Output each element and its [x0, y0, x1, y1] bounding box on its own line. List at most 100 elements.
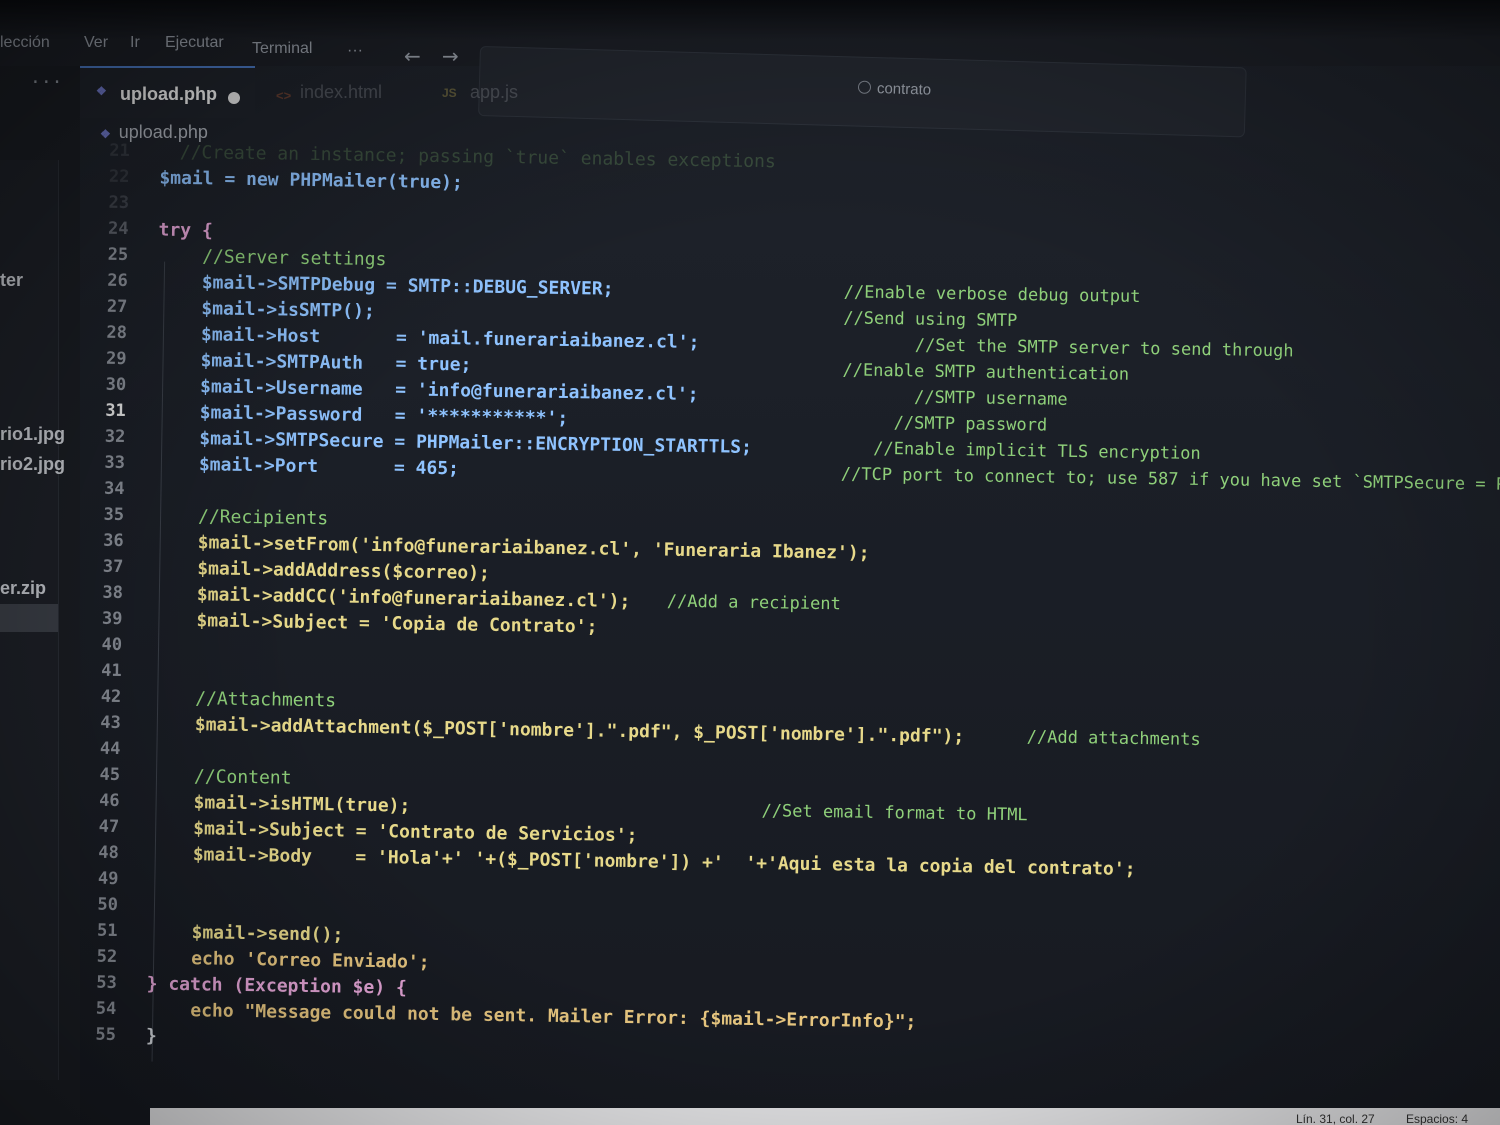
code-line[interactable]: $mail->Host = 'mail.funerariaibanez.cl'; [201, 324, 700, 353]
breadcrumb-file: upload.php [118, 122, 208, 142]
code-line[interactable]: $mail->addAttachment($_POST['nombre'].".… [195, 714, 965, 747]
code-comment: //Add attachments [1026, 727, 1201, 750]
code-comment: //SMTP username [913, 387, 1068, 410]
line-number: 42 [100, 686, 122, 708]
line-number-gutter: 21 22 23 24 25 26 27 28 29 30 31 32 33 3… [45, 140, 140, 1101]
html-icon: <> [276, 88, 292, 103]
code-line[interactable]: //Attachments [195, 688, 336, 711]
breadcrumb[interactable]: ❖ upload.php [100, 122, 208, 143]
line-number: 50 [97, 894, 119, 916]
code-line[interactable]: echo 'Correo Enviado'; [191, 948, 430, 973]
code-line[interactable]: $mail->SMTPAuth = true; [200, 350, 471, 375]
tab-upload-php[interactable]: ❖ upload.php [80, 66, 255, 118]
menu-ver[interactable]: Ver [84, 34, 108, 52]
vscode-window: lección Ver Ir Ejecutar Terminal ··· ← →… [0, 0, 1500, 1125]
indent-guide [151, 261, 166, 1062]
code-line[interactable]: //Recipients [198, 506, 328, 529]
code-comment: //Send using SMTP [843, 308, 1018, 332]
line-number: 37 [102, 556, 124, 578]
line-number: 24 [107, 218, 129, 240]
forward-arrow-icon[interactable]: → [442, 44, 459, 68]
menu-ir[interactable]: Ir [130, 34, 140, 52]
line-number: 41 [101, 660, 122, 682]
tab-label: index.html [300, 82, 383, 102]
code-comment: //Set email format to HTML [761, 801, 1028, 826]
code-line[interactable]: $mail->isHTML(true); [193, 792, 410, 816]
code-comment: //Enable verbose debug output [843, 282, 1141, 307]
code-line[interactable]: //Server settings [202, 246, 387, 270]
line-number: 34 [103, 478, 125, 500]
menu-terminal[interactable]: Terminal [252, 40, 312, 58]
unsaved-dot-icon[interactable] [228, 92, 240, 104]
code-line[interactable]: $mail->Port = 465; [199, 454, 459, 479]
code-line[interactable]: $mail->Body = 'Hola'+' '+($_POST['nombre… [193, 844, 1136, 880]
code-line[interactable]: echo "Message could not be sent. Mailer … [190, 1000, 916, 1032]
code-line[interactable]: $mail->isSMTP(); [201, 298, 375, 322]
line-number: 54 [95, 998, 117, 1019]
line-number: 26 [107, 270, 128, 292]
php-icon: ❖ [100, 127, 111, 141]
line-number: 48 [98, 842, 119, 864]
explorer-item[interactable]: er.zip [0, 578, 46, 599]
code-line[interactable]: } catch (Exception $e) { [147, 973, 407, 998]
line-number: 23 [108, 192, 130, 214]
code-line[interactable]: $mail->SMTPDebug = SMTP::DEBUG_SERVER; [202, 272, 614, 299]
code-line[interactable]: $mail->Subject = 'Copia de Contrato'; [196, 610, 597, 637]
line-number: 55 [95, 1024, 117, 1045]
php-icon: ❖ [96, 84, 107, 98]
code-comment: //Add a recipient [666, 591, 841, 615]
indentation-setting[interactable]: Espacios: 4 [1406, 1112, 1468, 1125]
line-number-current: 31 [105, 400, 126, 422]
line-number: 45 [99, 764, 121, 786]
code-line[interactable]: } [146, 1025, 157, 1046]
code-line[interactable]: try { [158, 220, 213, 242]
code-comment: //Enable SMTP authentication [842, 360, 1130, 385]
code-line[interactable]: $mail->Username = 'info@funerariaibanez.… [200, 376, 699, 405]
menu-seleccion[interactable]: lección [0, 34, 50, 52]
tab-label: app.js [470, 82, 519, 102]
code-comment: //Set the SMTP server to send through [914, 335, 1294, 362]
back-arrow-icon[interactable]: ← [404, 44, 421, 68]
code-line[interactable]: $mail->addAddress($correo); [197, 558, 490, 584]
line-number: 29 [105, 348, 127, 370]
line-number: 33 [104, 452, 126, 474]
menu-ejecutar[interactable]: Ejecutar [165, 34, 224, 52]
line-number: 40 [101, 634, 123, 656]
code-line[interactable]: //Create an instance; passing `true` ena… [180, 142, 776, 172]
line-number: 46 [98, 790, 120, 812]
line-number: 47 [98, 816, 120, 838]
code-comment: //Create an instance; passing `true` ena… [179, 141, 776, 173]
tab-app-js[interactable]: JS app.js [430, 66, 570, 116]
explorer-item[interactable]: ter [0, 270, 23, 291]
line-number: 43 [100, 712, 122, 734]
line-number: 25 [107, 244, 129, 266]
line-number: 22 [108, 166, 130, 188]
line-number: 39 [101, 608, 123, 630]
tab-index-html[interactable]: <> index.html [260, 66, 410, 116]
bezel-shadow [0, 0, 1500, 40]
line-number: 52 [96, 946, 118, 967]
line-number: 44 [99, 738, 121, 760]
explorer-more-icon[interactable]: ··· [30, 72, 63, 93]
line-number: 49 [97, 868, 119, 890]
line-number: 51 [96, 920, 118, 942]
code-line[interactable]: $mail->Subject = 'Contrato de Servicios'… [193, 818, 638, 846]
code-editor[interactable]: 21 22 23 24 25 26 27 28 29 30 31 32 33 3… [45, 140, 1500, 1125]
cursor-position[interactable]: Lín. 31, col. 27 [1296, 1112, 1375, 1125]
line-number: 38 [102, 582, 124, 604]
line-number: 35 [103, 504, 125, 526]
explorer-selected-row [0, 604, 58, 632]
code-comment: //Enable implicit TLS encryption [873, 438, 1201, 464]
line-number: 21 [109, 140, 130, 162]
menu-more[interactable]: ··· [347, 42, 363, 60]
code-line[interactable]: //Content [194, 766, 292, 789]
line-number: 36 [103, 530, 124, 552]
code-line[interactable]: $mail->send(); [191, 922, 343, 945]
line-number: 32 [104, 426, 126, 448]
editor-tabs: ❖ upload.php <> index.html JS app.js [80, 66, 1500, 122]
code-line-current[interactable]: $mail->Password = '***********'; [200, 402, 569, 429]
code-line[interactable]: $mail->SMTPSecure = PHPMailer::ENCRYPTIO… [199, 428, 752, 458]
code-line[interactable]: $mail = new PHPMailer(true); [159, 168, 463, 194]
code-line[interactable]: $mail->addCC('info@funerariaibanez.cl'); [197, 584, 631, 612]
line-number: 28 [106, 322, 128, 344]
